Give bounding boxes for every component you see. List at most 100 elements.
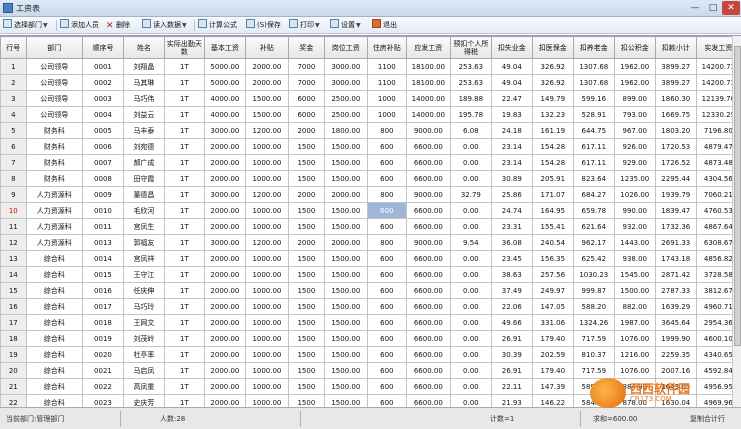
table-row[interactable]: 13 综合科 0014 宫凤祥 1T 2000.00 1000.00 1500 1500.00 6… — [0, 250, 741, 267]
table-cell[interactable]: 宫凤祥 — [122, 250, 165, 267]
table-cell[interactable]: 1100 — [366, 58, 407, 75]
table-cell[interactable]: 1T — [163, 74, 205, 91]
column-header[interactable]: 行号 — [0, 36, 27, 59]
table-cell[interactable]: 717.59 — [572, 330, 615, 347]
table-cell[interactable]: 154.28 — [531, 138, 574, 155]
table-cell[interactable]: 1000.00 — [244, 298, 289, 315]
table-cell[interactable]: 1307.68 — [572, 58, 615, 75]
table-cell[interactable]: 1743.18 — [654, 250, 697, 267]
column-header[interactable]: 岗位工资 — [323, 36, 368, 59]
table-cell[interactable]: 962.17 — [572, 234, 615, 251]
table-row[interactable]: 14 综合科 0015 王守江 1T 2000.00 1000.00 1500 1500.00 6… — [0, 266, 741, 283]
table-cell[interactable]: 1000.00 — [244, 138, 289, 155]
table-cell[interactable]: 1T — [163, 394, 205, 407]
table-cell[interactable]: 793.00 — [613, 106, 656, 123]
table-cell[interactable]: 财务科 — [25, 154, 83, 171]
table-cell[interactable]: 0004 — [81, 106, 124, 123]
table-cell[interactable]: 1000.00 — [244, 266, 289, 283]
table-cell[interactable]: 1720.53 — [654, 138, 697, 155]
table-cell[interactable]: 1639.29 — [654, 298, 697, 315]
table-cell[interactable]: 2000.00 — [244, 58, 289, 75]
table-cell[interactable]: 1726.52 — [654, 154, 697, 171]
column-header[interactable]: 扣公积金 — [613, 36, 656, 59]
row-number-cell[interactable]: 4 — [0, 106, 27, 123]
table-cell[interactable]: 2007.16 — [654, 362, 697, 379]
table-cell[interactable]: 3000.00 — [203, 234, 246, 251]
table-cell[interactable]: 6600.00 — [405, 330, 451, 347]
table-cell[interactable]: 田守霞 — [122, 170, 165, 187]
table-cell[interactable]: 717.59 — [572, 362, 615, 379]
table-cell[interactable]: 621.64 — [572, 218, 615, 235]
row-number-cell[interactable]: 7 — [0, 154, 27, 171]
table-cell[interactable]: 0.00 — [449, 314, 492, 331]
table-cell[interactable]: 2000.00 — [203, 314, 246, 331]
table-cell[interactable]: 0.00 — [449, 266, 492, 283]
table-cell[interactable]: 王网文 — [122, 314, 165, 331]
table-cell[interactable]: 926.00 — [613, 138, 656, 155]
table-cell[interactable]: 6000 — [287, 90, 325, 107]
table-cell[interactable]: 任庆伸 — [122, 282, 165, 299]
table-cell[interactable]: 1500.00 — [323, 266, 368, 283]
table-cell[interactable]: 1T — [163, 138, 205, 155]
table-cell[interactable]: 1999.90 — [654, 330, 697, 347]
table-cell[interactable]: 1T — [163, 314, 205, 331]
table-cell[interactable]: 0018 — [81, 314, 124, 331]
table-cell[interactable]: 810.37 — [572, 346, 615, 363]
column-header[interactable]: 住房补贴 — [366, 36, 407, 59]
table-cell[interactable]: 1000.00 — [244, 314, 289, 331]
table-row[interactable]: 9 人力资源科 0009 董德昌 1T 3000.00 1200.00 2000 2000.00… — [0, 186, 741, 203]
table-cell[interactable]: 600 — [366, 154, 407, 171]
table-cell[interactable]: 14000.00 — [405, 90, 451, 107]
table-cell[interactable]: 综合科 — [25, 298, 83, 315]
table-cell[interactable]: 38.63 — [490, 266, 533, 283]
table-row[interactable]: 12 人力资源科 0013 郭福友 1T 3000.00 1200.00 2000 2000.0… — [0, 234, 741, 251]
table-cell[interactable]: 2871.42 — [654, 266, 697, 283]
table-cell[interactable]: 1T — [163, 170, 205, 187]
table-row[interactable]: 18 综合科 0019 刘茂岭 1T 2000.00 1000.00 1500 1500.00 6… — [0, 330, 741, 347]
table-cell[interactable]: 195.78 — [449, 106, 492, 123]
table-cell[interactable]: 1500.00 — [323, 298, 368, 315]
table-cell[interactable]: 6600.00 — [405, 250, 451, 267]
table-cell[interactable]: 800 — [366, 186, 407, 203]
table-cell[interactable]: 0020 — [81, 346, 124, 363]
table-cell[interactable]: 18100.00 — [405, 58, 451, 75]
table-cell[interactable]: 990.00 — [613, 202, 656, 219]
table-cell[interactable]: 800 — [366, 122, 407, 139]
table-cell[interactable]: 人力资源科 — [25, 202, 83, 219]
table-cell[interactable]: 郭福友 — [122, 234, 165, 251]
table-cell[interactable]: 132.23 — [531, 106, 574, 123]
table-cell[interactable]: 2000.00 — [244, 74, 289, 91]
table-cell[interactable]: 2000.00 — [203, 378, 246, 395]
table-cell[interactable]: 249.97 — [531, 282, 574, 299]
table-row[interactable]: 3 公司领导 0003 马巧伟 1T 4000.00 1500.00 6000 2500.00 1… — [0, 90, 741, 107]
table-cell[interactable]: 0.00 — [449, 362, 492, 379]
table-cell[interactable]: 财务科 — [25, 170, 83, 187]
maximize-button[interactable]: □ — [704, 1, 722, 15]
table-cell[interactable]: 800 — [366, 234, 407, 251]
table-row[interactable]: 4 公司领导 0004 刘益云 1T 4000.00 1500.00 6000 2500.00 1… — [0, 106, 741, 123]
table-cell[interactable]: 6600.00 — [405, 202, 451, 219]
table-cell[interactable]: 综合科 — [25, 314, 83, 331]
table-cell[interactable]: 刘益云 — [122, 106, 165, 123]
table-cell[interactable]: 0017 — [81, 298, 124, 315]
table-cell[interactable]: 600 — [366, 394, 407, 407]
table-cell[interactable]: 161.19 — [531, 122, 574, 139]
table-cell[interactable]: 综合科 — [25, 394, 83, 407]
table-cell[interactable]: 899.00 — [613, 90, 656, 107]
column-header[interactable]: 预扣个人所得税 — [449, 36, 492, 59]
column-header[interactable]: 实际出勤天数 — [163, 36, 205, 59]
column-header[interactable]: 扣失业金 — [490, 36, 533, 59]
table-row[interactable]: 2 公司领导 0002 马其琳 1T 5000.00 2000.00 7000 3000.00 1… — [0, 74, 741, 91]
table-cell[interactable]: 0008 — [81, 170, 124, 187]
table-cell[interactable]: 0003 — [81, 90, 124, 107]
table-cell[interactable]: 综合科 — [25, 346, 83, 363]
table-cell[interactable]: 2000.00 — [203, 154, 246, 171]
table-cell[interactable]: 0.00 — [449, 250, 492, 267]
table-cell[interactable]: 0013 — [81, 234, 124, 251]
table-cell[interactable]: 1T — [163, 58, 205, 75]
table-cell[interactable]: 23.31 — [490, 218, 533, 235]
table-row[interactable]: 15 综合科 0016 任庆伸 1T 2000.00 1000.00 1500 1500.00 6… — [0, 282, 741, 299]
table-cell[interactable]: 1800.00 — [323, 122, 368, 139]
table-cell[interactable]: 1939.79 — [654, 186, 697, 203]
table-cell[interactable]: 1T — [163, 218, 205, 235]
